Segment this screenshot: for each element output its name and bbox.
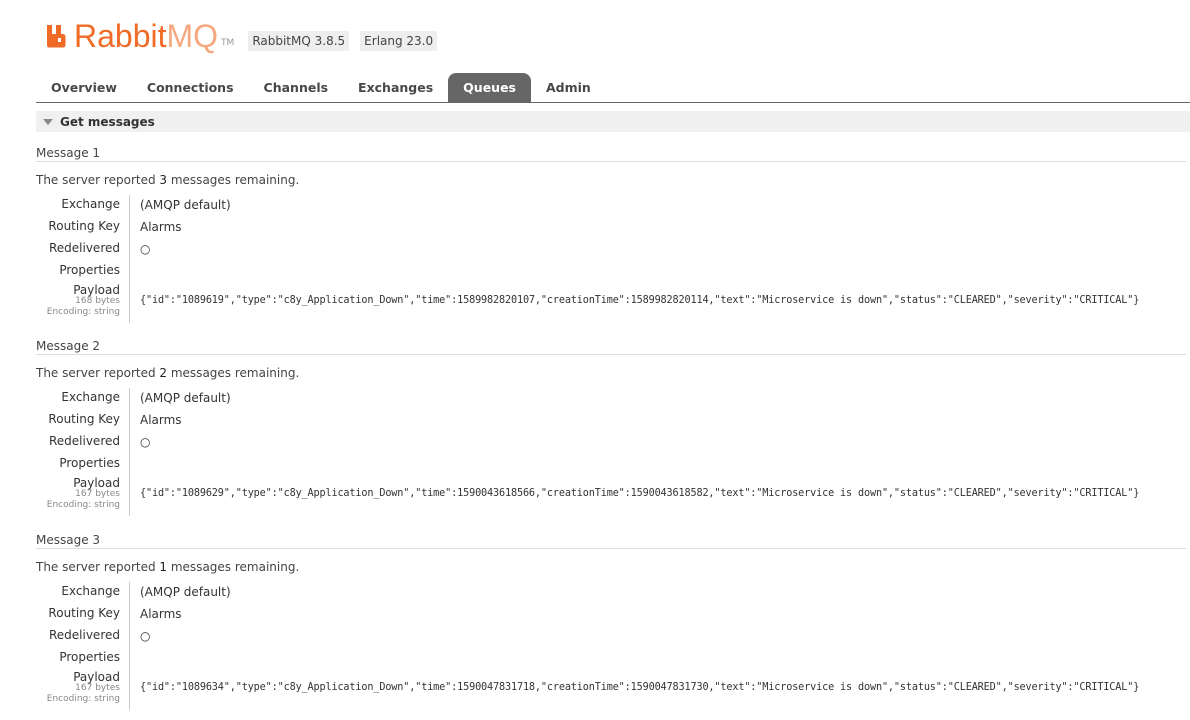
- exchange-row: Exchange (AMQP default): [36, 195, 1186, 217]
- redelivered-label: Redelivered: [48, 241, 120, 255]
- exchange-row: Exchange (AMQP default): [36, 582, 1186, 604]
- collapse-triangle-icon: [43, 118, 53, 125]
- payload-label: Payload: [73, 476, 120, 490]
- get-messages-section-header[interactable]: Get messages: [36, 111, 1190, 132]
- rabbitmq-logo[interactable]: RabbitMQ TM: [46, 20, 234, 52]
- tab-channels[interactable]: Channels: [249, 73, 344, 102]
- rabbitmq-logo-icon: [47, 25, 66, 48]
- section-title: Get messages: [60, 114, 155, 129]
- exchange-label: Exchange: [61, 390, 120, 404]
- exchange-value: (AMQP default): [140, 198, 231, 212]
- exchange-value: (AMQP default): [140, 391, 231, 405]
- payload-encoding: Encoding: string: [46, 307, 120, 317]
- redelivered-row: Redelivered ○: [36, 626, 1186, 648]
- payload-label: Payload: [73, 283, 120, 297]
- routing-key-value: Alarms: [140, 413, 182, 427]
- redelivered-value: ○: [140, 629, 151, 643]
- payload-value[interactable]: {"id":"1089629","type":"c8y_Application_…: [140, 488, 1139, 499]
- payload-row: Payload 168 bytes Encoding: string {"id":…: [36, 283, 1186, 319]
- routing-key-value: Alarms: [140, 220, 182, 234]
- payload-bytes: 167 bytes: [75, 489, 120, 499]
- message-properties-table: Exchange (AMQP default) Routing Key Alarms…: [36, 388, 1186, 516]
- header: RabbitMQ TM RabbitMQ 3.8.5 Erlang 23.0: [46, 18, 438, 52]
- exchange-row: Exchange (AMQP default): [36, 388, 1186, 410]
- tab-overview[interactable]: Overview: [36, 73, 132, 102]
- message-block: Message 3 The server reported 1 messages…: [36, 533, 1186, 710]
- properties-row: Properties: [36, 648, 1186, 670]
- properties-row: Properties: [36, 454, 1186, 476]
- redelivered-row: Redelivered ○: [36, 239, 1186, 261]
- message-title: Message 1: [36, 146, 1186, 162]
- payload-value[interactable]: {"id":"1089619","type":"c8y_Application_…: [140, 295, 1139, 306]
- routing-key-row: Routing Key Alarms: [36, 604, 1186, 626]
- routing-key-label: Routing Key: [48, 412, 120, 426]
- message-title: Message 3: [36, 533, 1186, 549]
- exchange-label: Exchange: [61, 584, 120, 598]
- routing-key-row: Routing Key Alarms: [36, 217, 1186, 239]
- tab-admin[interactable]: Admin: [531, 73, 606, 102]
- logo-wordmark: RabbitMQ: [74, 18, 219, 54]
- routing-key-row: Routing Key Alarms: [36, 410, 1186, 432]
- message-properties-table: Exchange (AMQP default) Routing Key Alarms…: [36, 582, 1186, 710]
- properties-row: Properties: [36, 261, 1186, 283]
- message-block: Message 1 The server reported 3 messages…: [36, 146, 1186, 323]
- routing-key-label: Routing Key: [48, 606, 120, 620]
- payload-meta: 167 bytes Encoding: string: [20, 683, 120, 705]
- rabbitmq-version-badge: RabbitMQ 3.8.5: [248, 31, 350, 51]
- redelivered-label: Redelivered: [48, 628, 120, 642]
- properties-label: Properties: [59, 456, 120, 470]
- tab-queues[interactable]: Queues: [448, 73, 531, 102]
- routing-key-value: Alarms: [140, 607, 182, 621]
- erlang-version-badge: Erlang 23.0: [360, 31, 438, 51]
- redelivered-value: ○: [140, 435, 151, 449]
- message-block: Message 2 The server reported 2 messages…: [36, 339, 1186, 516]
- redelivered-label: Redelivered: [48, 434, 120, 448]
- messages-remaining-text: The server reported 3 messages remaining…: [36, 173, 300, 187]
- payload-meta: 168 bytes Encoding: string: [20, 296, 120, 318]
- message-title: Message 2: [36, 339, 1186, 355]
- routing-key-label: Routing Key: [48, 219, 120, 233]
- tab-connections[interactable]: Connections: [132, 73, 249, 102]
- redelivered-value: ○: [140, 242, 151, 256]
- payload-value[interactable]: {"id":"1089634","type":"c8y_Application_…: [140, 682, 1139, 693]
- main-nav-tabs: Overview Connections Channels Exchanges …: [36, 73, 1190, 103]
- payload-bytes: 168 bytes: [75, 296, 120, 306]
- payload-meta: 167 bytes Encoding: string: [20, 489, 120, 511]
- messages-remaining-text: The server reported 1 messages remaining…: [36, 560, 300, 574]
- properties-label: Properties: [59, 650, 120, 664]
- message-properties-table: Exchange (AMQP default) Routing Key Alarms…: [36, 195, 1186, 323]
- payload-encoding: Encoding: string: [46, 694, 120, 704]
- payload-row: Payload 167 bytes Encoding: string {"id":…: [36, 670, 1186, 706]
- exchange-value: (AMQP default): [140, 585, 231, 599]
- tab-exchanges[interactable]: Exchanges: [343, 73, 448, 102]
- properties-label: Properties: [59, 263, 120, 277]
- payload-label: Payload: [73, 670, 120, 684]
- redelivered-row: Redelivered ○: [36, 432, 1186, 454]
- exchange-label: Exchange: [61, 197, 120, 211]
- payload-encoding: Encoding: string: [46, 500, 120, 510]
- trademark-mark: TM: [221, 38, 235, 48]
- payload-row: Payload 167 bytes Encoding: string {"id":…: [36, 476, 1186, 512]
- messages-remaining-text: The server reported 2 messages remaining…: [36, 366, 300, 380]
- payload-bytes: 167 bytes: [75, 683, 120, 693]
